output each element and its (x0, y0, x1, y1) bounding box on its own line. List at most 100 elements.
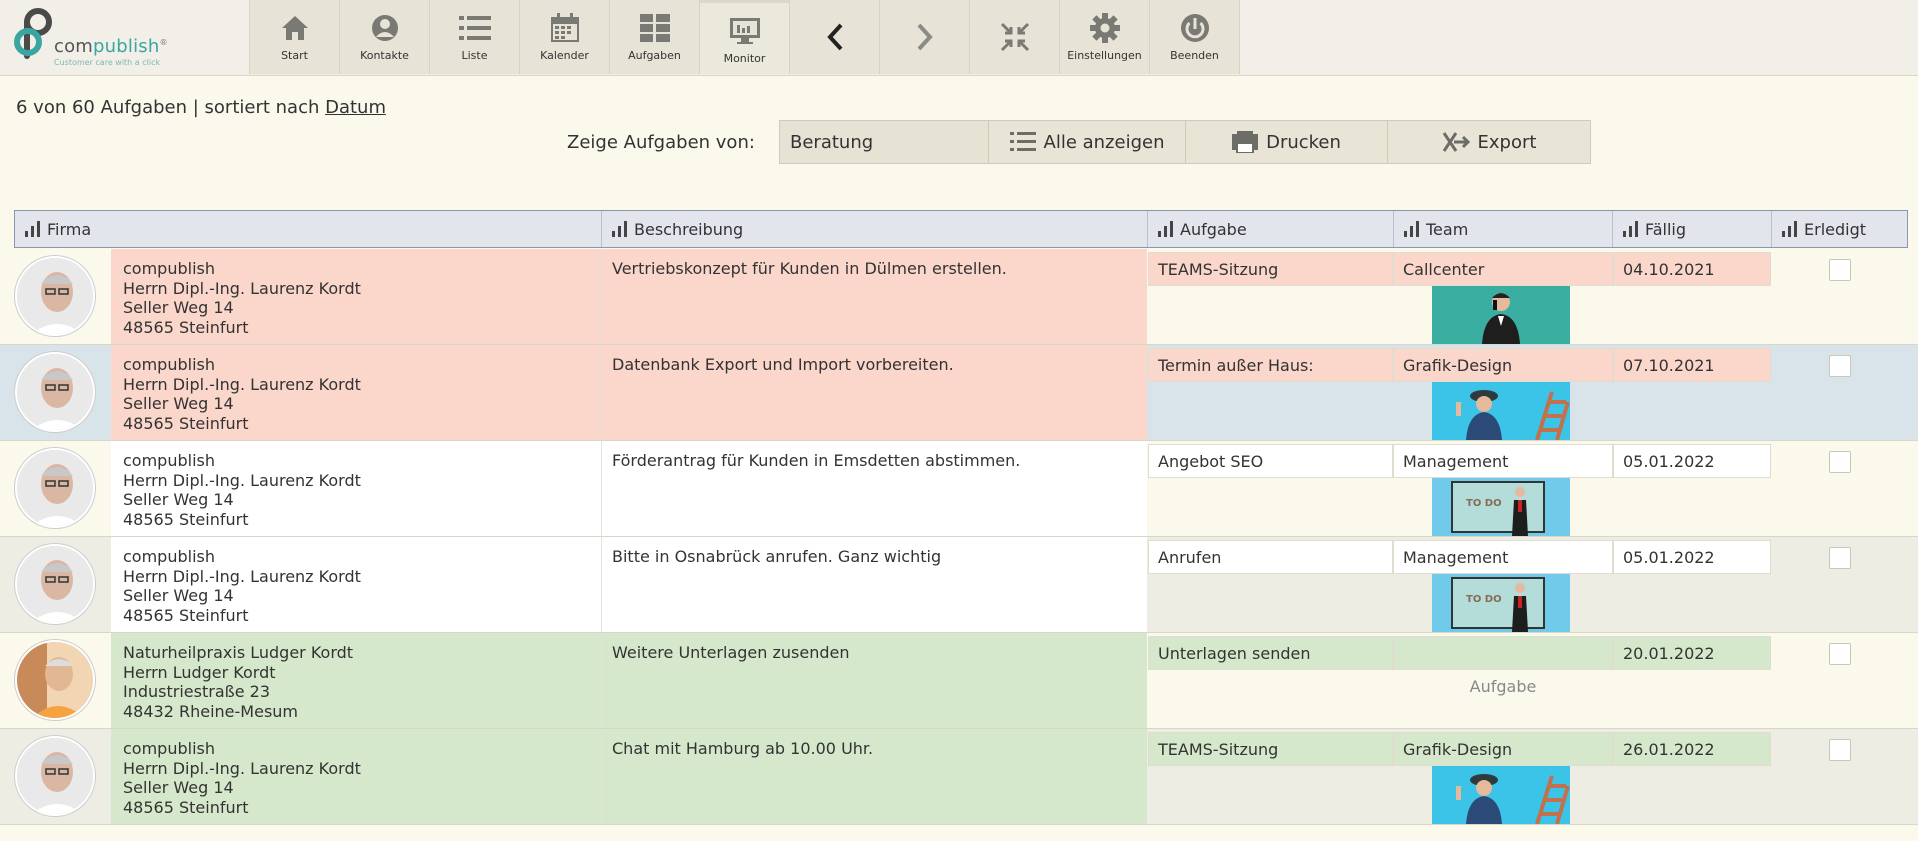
toolbar-kontakte-button[interactable]: Kontakte (340, 0, 430, 74)
filter-label: Zeige Aufgaben von: (567, 132, 755, 153)
table-row[interactable]: compublish Herrn Dipl.-Ing. Laurenz Kordt… (0, 537, 1918, 633)
row-faellig: 20.01.2022 (1613, 636, 1771, 670)
task-summary: 6 von 60 Aufgaben | sortiert nach Datum (16, 97, 386, 118)
filter-bar: Beratung Alle anzeigen Drucken Export (779, 120, 1591, 164)
erledigt-checkbox[interactable] (1829, 547, 1851, 569)
row-beschreibung: Chat mit Hamburg ab 10.00 Uhr. (601, 729, 1147, 824)
contact-avatar (15, 256, 95, 336)
row-beschreibung: Förderantrag für Kunden in Emsdetten abs… (601, 441, 1147, 536)
sort-bars-icon (612, 221, 627, 237)
table-row[interactable]: compublish Herrn Dipl.-Ing. Laurenz Kordt… (0, 441, 1918, 537)
column-header-erledigt[interactable]: Erledigt (1772, 211, 1907, 247)
toolbar-start-button[interactable]: Start (250, 0, 340, 74)
row-aufgabe: Unterlagen senden (1148, 636, 1393, 670)
table-row[interactable]: compublish Herrn Dipl.-Ing. Laurenz Kordt… (0, 729, 1918, 825)
top-toolbar: compublish® Customer care with a click S… (0, 0, 1918, 76)
toolbar-beenden-label: Beenden (1170, 49, 1219, 62)
row-firma: compublish Herrn Dipl.-Ing. Laurenz Kordt… (111, 345, 601, 440)
table-row[interactable]: compublish Herrn Dipl.-Ing. Laurenz Kordt… (0, 249, 1918, 345)
column-header-aufgabe[interactable]: Aufgabe (1148, 211, 1394, 247)
chevron-left-icon (818, 21, 852, 53)
toolbar-monitor-label: Monitor (723, 52, 766, 65)
svg-text:TO DO: TO DO (1466, 594, 1502, 605)
main-toolbar: Start Kontakte Liste Kalender Aufgaben M… (249, 0, 1240, 74)
team-callcenter-image (1432, 286, 1570, 344)
export-label: Export (1477, 131, 1537, 153)
printer-icon (1232, 131, 1259, 153)
team-placeholder: Aufgabe (1469, 677, 1537, 696)
toolbar-beenden-button[interactable]: Beenden (1150, 0, 1240, 74)
erledigt-checkbox[interactable] (1829, 259, 1851, 281)
contact-avatar (15, 352, 95, 432)
contact-avatar (15, 640, 95, 720)
power-icon (1178, 12, 1212, 44)
sort-by-link[interactable]: Datum (325, 97, 386, 118)
team-management-image: TO DO (1432, 478, 1570, 536)
toolbar-liste-label: Liste (461, 49, 488, 62)
home-icon (278, 12, 312, 44)
toolbar-kalender-button[interactable]: Kalender (520, 0, 610, 74)
erledigt-checkbox[interactable] (1829, 739, 1851, 761)
team-grafik-image (1432, 766, 1570, 824)
row-faellig: 26.01.2022 (1613, 732, 1771, 766)
erledigt-checkbox[interactable] (1829, 643, 1851, 665)
toolbar-forward-button[interactable] (880, 0, 970, 74)
row-beschreibung: Vertriebskonzept für Kunden in Dülmen er… (601, 249, 1147, 344)
toolbar-liste-button[interactable]: Liste (430, 0, 520, 74)
toolbar-collapse-button[interactable] (970, 0, 1060, 74)
contact-avatar (15, 544, 95, 624)
toolbar-kontakte-label: Kontakte (360, 49, 409, 62)
logo-wordmark: compublish® (54, 36, 168, 57)
list-icon (458, 12, 492, 44)
sort-bars-icon (1158, 221, 1173, 237)
contact-avatar (15, 448, 95, 528)
row-firma: compublish Herrn Dipl.-Ing. Laurenz Kordt… (111, 729, 601, 824)
compublish-logo[interactable]: compublish® Customer care with a click (14, 6, 224, 70)
toolbar-aufgaben-button[interactable]: Aufgaben (610, 0, 700, 74)
collapse-icon (998, 21, 1032, 53)
summary-text: 6 von 60 Aufgaben | sortiert nach (16, 97, 326, 118)
column-header-firma[interactable]: Firma (15, 211, 602, 247)
column-header-faellig[interactable]: Fällig (1613, 211, 1772, 247)
toolbar-einstellungen-button[interactable]: Einstellungen (1060, 0, 1150, 74)
row-aufgabe: Angebot SEO (1148, 444, 1393, 478)
row-aufgabe: Anrufen (1148, 540, 1393, 574)
row-team: Callcenter (1393, 252, 1613, 286)
logo-tagline: Customer care with a click (54, 58, 161, 67)
row-faellig: 05.01.2022 (1613, 444, 1771, 478)
toolbar-monitor-button[interactable]: Monitor (700, 0, 790, 74)
contact-avatar (15, 736, 95, 816)
toolbar-aufgaben-label: Aufgaben (628, 49, 681, 62)
column-header-team[interactable]: Team (1394, 211, 1613, 247)
table-header: Firma Beschreibung Aufgabe Team Fällig E… (14, 210, 1908, 248)
calendar-icon (548, 12, 582, 44)
row-beschreibung: Weitere Unterlagen zusenden (601, 633, 1147, 728)
team-filter-select[interactable]: Beratung (780, 121, 989, 163)
gear-icon (1088, 12, 1122, 44)
row-aufgabe: Termin außer Haus: (1148, 348, 1393, 382)
team-management-image: TO DO (1432, 574, 1570, 632)
sort-bars-icon (25, 221, 40, 237)
column-header-beschreibung[interactable]: Beschreibung (602, 211, 1148, 247)
row-firma: compublish Herrn Dipl.-Ing. Laurenz Kordt… (111, 441, 601, 536)
table-row[interactable]: compublish Herrn Dipl.-Ing. Laurenz Kordt… (0, 345, 1918, 441)
row-beschreibung: Datenbank Export und Import vorbereiten. (601, 345, 1147, 440)
row-aufgabe: TEAMS-Sitzung (1148, 732, 1393, 766)
row-firma: compublish Herrn Dipl.-Ing. Laurenz Kordt… (111, 249, 601, 344)
row-team: Management (1393, 540, 1613, 574)
row-beschreibung: Bitte in Osnabrück anrufen. Ganz wichtig (601, 537, 1147, 632)
toolbar-back-button[interactable] (790, 0, 880, 74)
chevron-right-icon (908, 21, 942, 53)
team-grafik-image (1432, 382, 1570, 440)
export-button[interactable]: Export (1388, 121, 1590, 163)
row-firma: compublish Herrn Dipl.-Ing. Laurenz Kordt… (111, 537, 601, 632)
toolbar-start-label: Start (281, 49, 308, 62)
show-all-button[interactable]: Alle anzeigen (989, 121, 1186, 163)
show-all-label: Alle anzeigen (1043, 131, 1165, 153)
erledigt-checkbox[interactable] (1829, 355, 1851, 377)
print-button[interactable]: Drucken (1186, 121, 1388, 163)
row-team: Grafik-Design (1393, 732, 1613, 766)
table-row[interactable]: Naturheilpraxis Ludger Kordt Herrn Ludger… (0, 633, 1918, 729)
erledigt-checkbox[interactable] (1829, 451, 1851, 473)
row-faellig: 04.10.2021 (1613, 252, 1771, 286)
